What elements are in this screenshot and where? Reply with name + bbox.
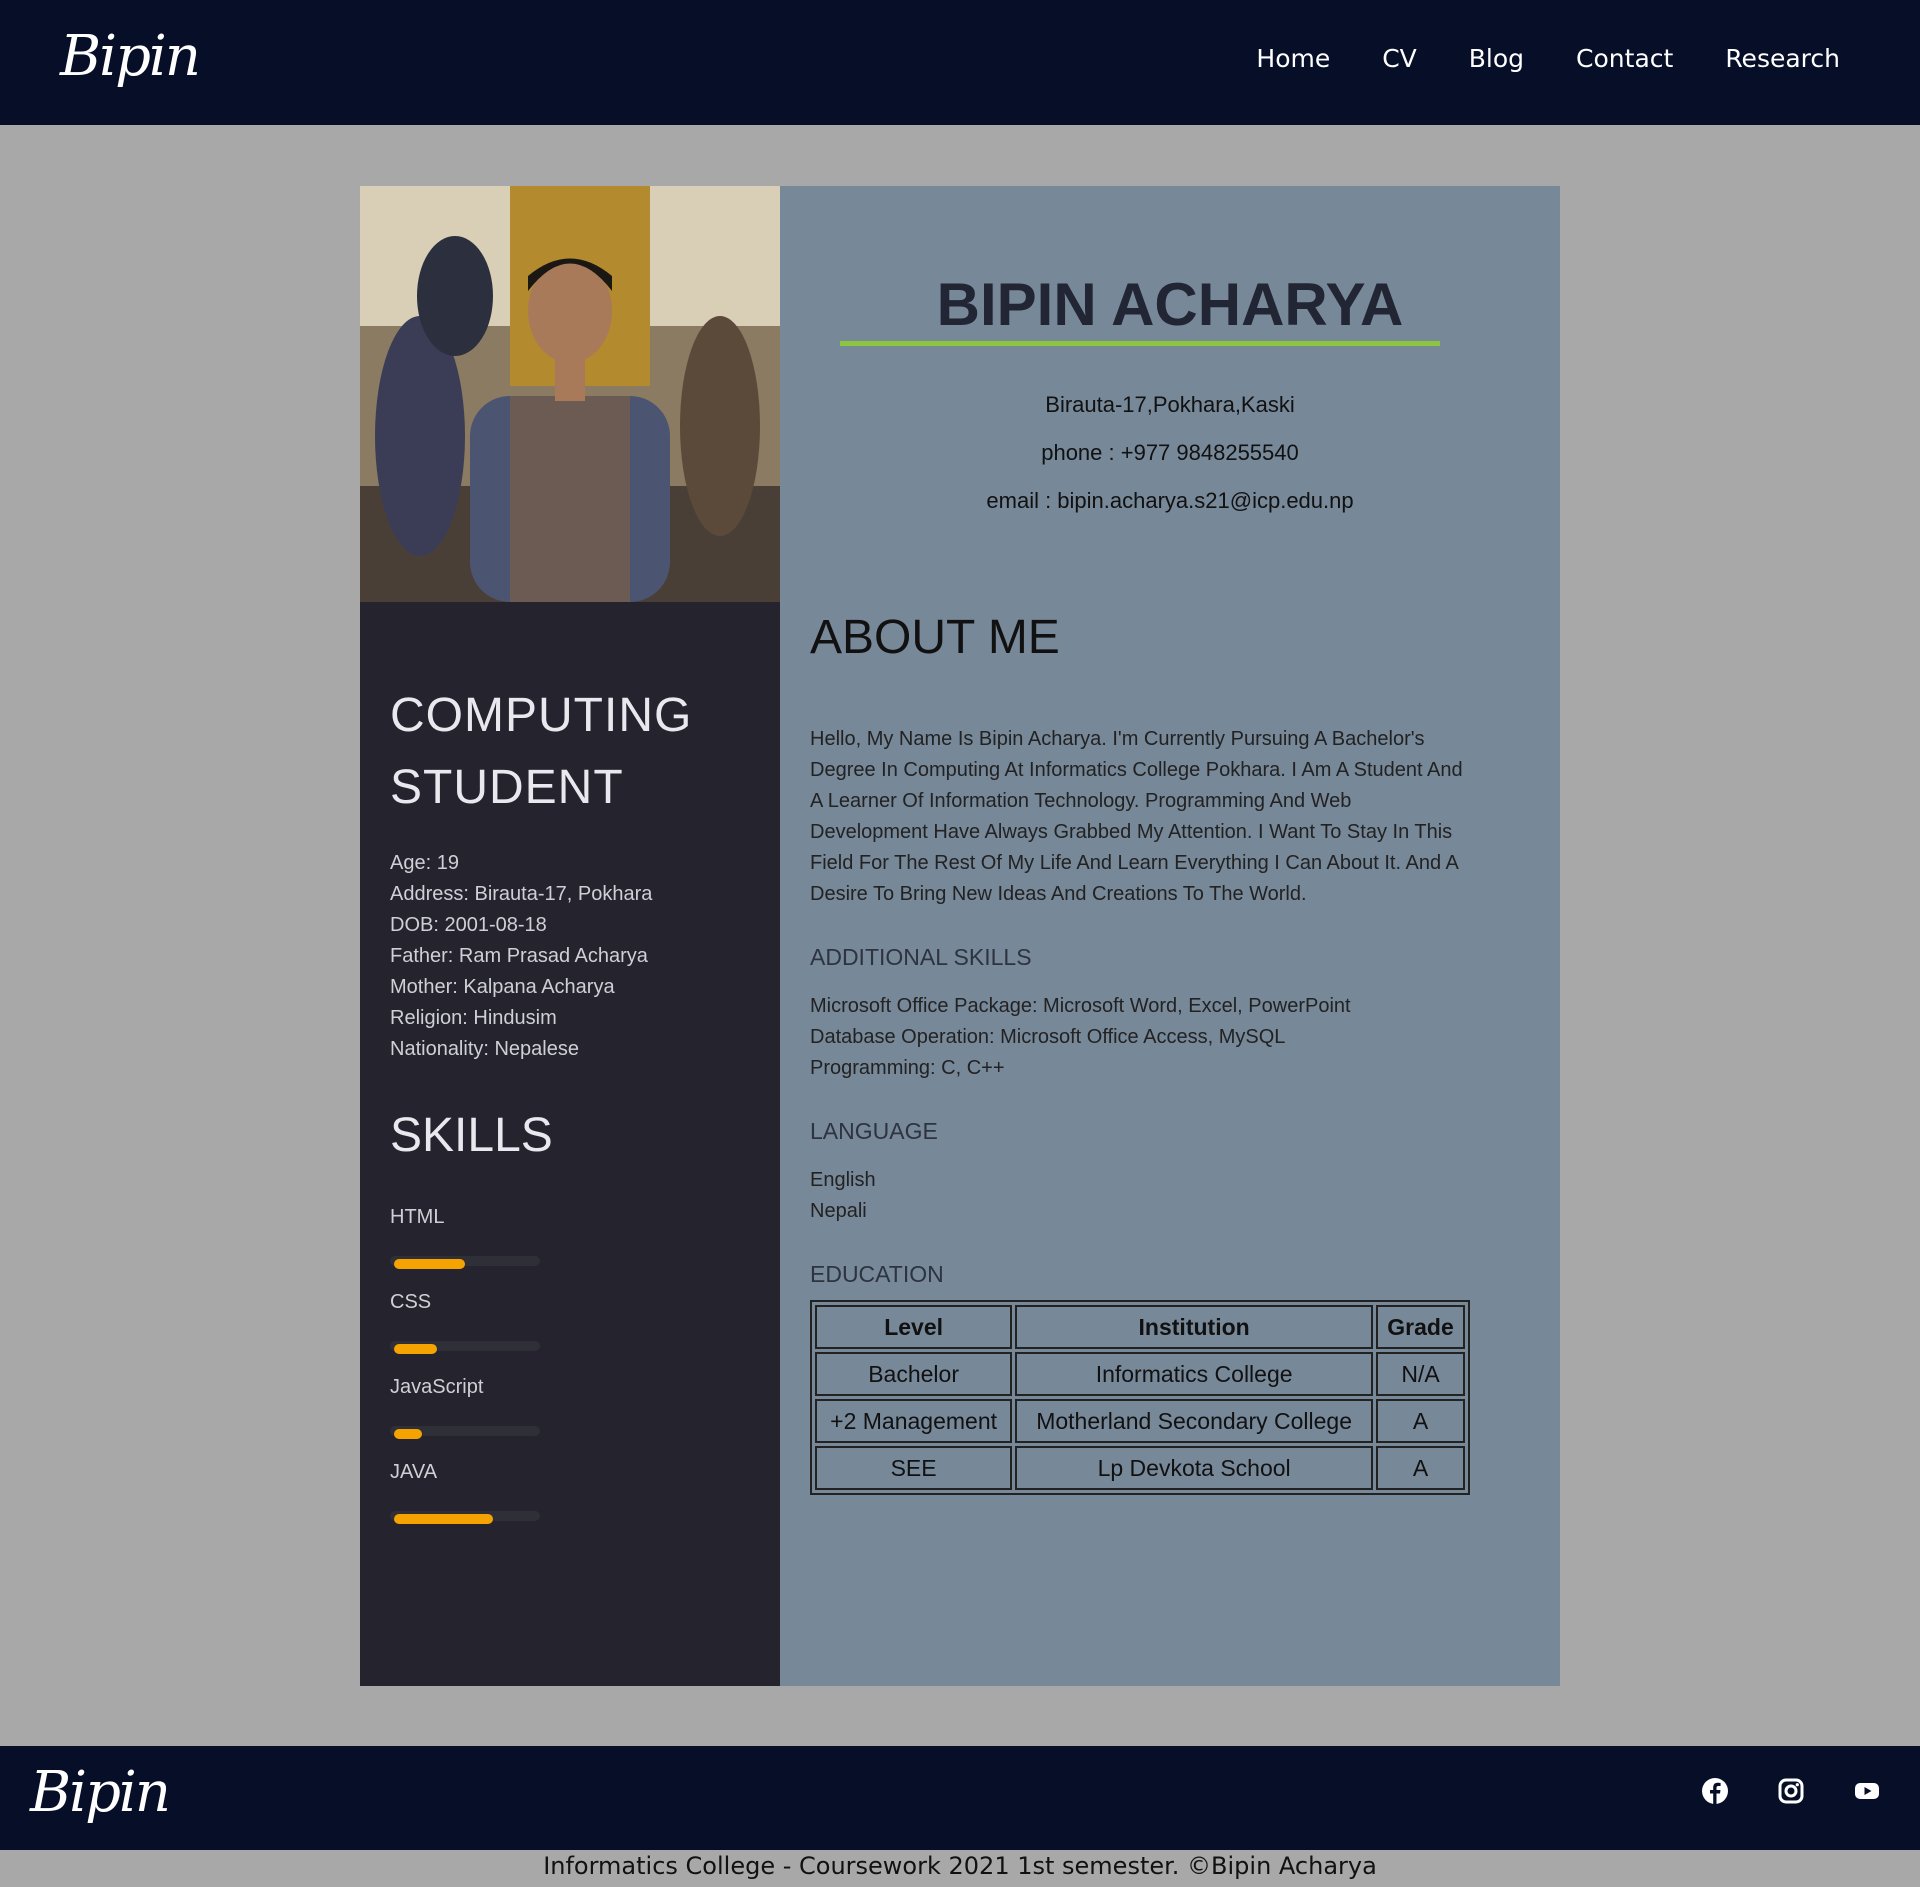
role-line-2: STUDENT (390, 761, 624, 814)
copyright-text: Informatics College - Coursework 2021 1s… (543, 1852, 1377, 1880)
skill-label-html: HTML (390, 1206, 445, 1228)
language-list: English Nepali (810, 1165, 876, 1227)
list-item: Microsoft Office Package: Microsoft Word… (810, 995, 1351, 1017)
skill-bar-fill (394, 1344, 437, 1354)
info-nationality: Nationality: Nepalese (390, 1038, 579, 1060)
skill-bar-javascript (390, 1426, 540, 1439)
list-item: Nepali (810, 1200, 867, 1222)
cv-main: BIPIN ACHARYA Birauta-17,Pokhara,Kaski p… (780, 186, 1560, 1686)
cell-grade: A (1376, 1446, 1465, 1490)
skill-label-java: JAVA (390, 1461, 438, 1483)
education-table: Level Institution Grade Bachelor Informa… (810, 1300, 1470, 1495)
footer-logo[interactable]: Bipin (30, 1760, 171, 1825)
cell-institution: Lp Devkota School (1015, 1446, 1374, 1490)
youtube-icon[interactable] (1854, 1778, 1880, 1804)
cv-sidebar: COMPUTING STUDENT Age: 19 Address: Birau… (360, 186, 780, 1686)
nav-contact-link[interactable]: Contact (1576, 44, 1673, 73)
skill-bar-fill (394, 1514, 494, 1524)
list-item: Programming: C, C++ (810, 1057, 1005, 1079)
profile-name: BIPIN ACHARYA (936, 271, 1404, 338)
name-underline (840, 341, 1440, 346)
profile-photo-illustration (360, 186, 780, 602)
col-institution-header: Institution (1015, 1305, 1374, 1349)
skill-bar-fill (394, 1429, 423, 1439)
skill-bar-java (390, 1511, 540, 1524)
nav-cv-link[interactable]: CV (1382, 44, 1417, 73)
info-address: Address: Birauta-17, Pokhara (390, 883, 653, 905)
skill-bar-css (390, 1341, 540, 1354)
site-logo[interactable]: Bipin (60, 24, 201, 89)
nav-research-link[interactable]: Research (1725, 44, 1840, 73)
list-item: English (810, 1169, 876, 1191)
table-row: Bachelor Informatics College N/A (815, 1352, 1465, 1396)
col-grade-header: Grade (1376, 1305, 1465, 1349)
site-footer: Bipin (0, 1746, 1920, 1850)
contact-email: email : bipin.acharya.s21@icp.edu.np (986, 488, 1354, 513)
additional-skills-list: Microsoft Office Package: Microsoft Word… (810, 991, 1351, 1084)
profile-photo (360, 186, 780, 602)
info-mother: Mother: Kalpana Acharya (390, 976, 615, 998)
info-age: Age: 19 (390, 852, 459, 874)
cv-card: COMPUTING STUDENT Age: 19 Address: Birau… (360, 186, 1560, 1686)
contact-address: Birauta-17,Pokhara,Kaski (1045, 392, 1295, 417)
info-dob: DOB: 2001-08-18 (390, 914, 547, 936)
nav-home-link[interactable]: Home (1256, 44, 1330, 73)
instagram-icon[interactable] (1778, 1778, 1804, 1804)
table-header-row: Level Institution Grade (815, 1305, 1465, 1349)
skill-label-css: CSS (390, 1291, 432, 1313)
cell-level: Bachelor (815, 1352, 1013, 1396)
main-nav: Home CV Blog Contact Research (1256, 44, 1840, 73)
cell-grade: A (1376, 1399, 1465, 1443)
education-heading: EDUCATION (810, 1261, 944, 1287)
cell-level: SEE (815, 1446, 1013, 1490)
skills-heading: SKILLS (390, 1109, 553, 1162)
list-item: Database Operation: Microsoft Office Acc… (810, 1026, 1286, 1048)
info-religion: Religion: Hindusim (390, 1007, 557, 1029)
social-links (1702, 1778, 1880, 1804)
additional-skills-heading: ADDITIONAL SKILLS (810, 944, 1032, 970)
language-heading: LANGUAGE (810, 1118, 938, 1144)
top-navbar: Bipin Home CV Blog Contact Research (0, 0, 1920, 125)
skill-label-javascript: JavaScript (390, 1376, 484, 1398)
role-line-1: COMPUTING (390, 689, 693, 742)
skill-bar-html (390, 1256, 540, 1269)
nav-blog-link[interactable]: Blog (1469, 44, 1524, 73)
skill-bar-fill (394, 1259, 465, 1269)
personal-info: Age: 19 Address: Birauta-17, Pokhara DOB… (390, 848, 652, 1065)
cell-institution: Informatics College (1015, 1352, 1374, 1396)
contact-phone: phone : +977 9848255540 (1041, 440, 1299, 465)
table-row: +2 Management Motherland Secondary Colle… (815, 1399, 1465, 1443)
table-row: SEE Lp Devkota School A (815, 1446, 1465, 1490)
cell-grade: N/A (1376, 1352, 1465, 1396)
about-text: Hello, My Name Is Bipin Acharya. I'm Cur… (810, 728, 1463, 905)
about-heading: ABOUT ME (810, 611, 1060, 664)
facebook-icon[interactable] (1702, 1778, 1728, 1804)
info-father: Father: Ram Prasad Acharya (390, 945, 648, 967)
cell-level: +2 Management (815, 1399, 1013, 1443)
role-heading: COMPUTING STUDENT (390, 680, 692, 824)
col-level-header: Level (815, 1305, 1013, 1349)
cell-institution: Motherland Secondary College (1015, 1399, 1374, 1443)
